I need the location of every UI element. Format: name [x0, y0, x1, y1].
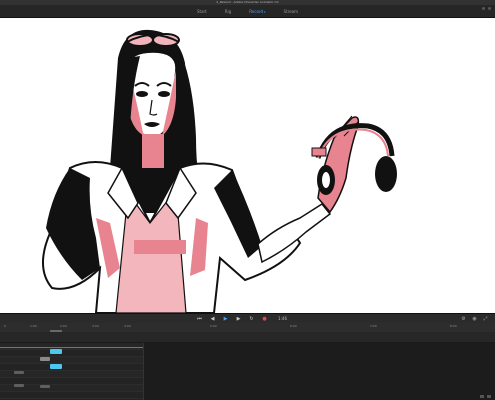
timeline-right-pane [143, 343, 495, 400]
loop-icon[interactable]: ↻ [248, 315, 255, 322]
take-clip[interactable] [40, 357, 50, 361]
take-clip[interactable] [14, 371, 24, 374]
transport-options: ⚙ ◉ ⤢ [460, 315, 489, 322]
ruler-label: 5:00 [210, 324, 217, 328]
fullscreen-icon[interactable]: ⤢ [482, 315, 489, 322]
ruler-label: 6:00 [290, 324, 297, 328]
ruler-label: 8:00 [450, 324, 457, 328]
frame-readout: 1:46 [278, 316, 287, 321]
character-artwork [42, 29, 397, 313]
step-back-icon[interactable]: ◀ [209, 315, 216, 322]
timeline-zoom-controls [480, 395, 491, 398]
arm [257, 203, 332, 264]
ruler-label: 2:00 [60, 324, 67, 328]
workspace-tabs: Start Rig Record▾ Stream [0, 5, 495, 18]
step-forward-icon[interactable]: ▶ [235, 315, 242, 322]
take-clip[interactable] [50, 364, 62, 369]
transport-bar: ⏮ ◀ ▶ ▶ ↻ ● 1:46 ⚙ ◉ ⤢ [0, 313, 495, 323]
take-clip[interactable] [50, 349, 62, 354]
zoom-in-icon[interactable] [487, 395, 491, 398]
settings-icon[interactable]: ⚙ [460, 315, 467, 322]
timeline-subruler [0, 332, 495, 343]
take-clip[interactable] [40, 385, 50, 388]
timeline-panel: 0 1:00 2:00 3:00 4:00 5:00 6:00 7:00 8:0… [0, 323, 495, 400]
tab-stream[interactable]: Stream [280, 8, 302, 15]
tab-start[interactable]: Start [193, 8, 211, 15]
ruler-label: 0 [4, 324, 6, 328]
record-icon[interactable]: ● [261, 315, 268, 322]
ruler-label: 3:00 [92, 324, 99, 328]
tab-record-label: Record [249, 8, 264, 14]
take-clip[interactable] [14, 384, 24, 387]
ruler-label: 7:00 [370, 324, 377, 328]
tab-rig[interactable]: Rig [221, 8, 235, 15]
scene-stage[interactable] [0, 18, 495, 313]
zoom-out-icon[interactable] [480, 395, 484, 398]
maximize-icon[interactable] [488, 7, 491, 10]
chevron-down-icon: ▾ [264, 9, 266, 14]
window-controls [482, 7, 491, 10]
camera-icon[interactable]: ◉ [471, 315, 478, 322]
ruler-label: 1:00 [30, 324, 37, 328]
skip-back-icon[interactable]: ⏮ [196, 315, 203, 322]
minimize-icon[interactable] [482, 7, 485, 10]
tab-record[interactable]: Record▾ [245, 8, 269, 15]
ruler-label: 4:00 [124, 324, 131, 328]
playback-controls: ⏮ ◀ ▶ ▶ ↻ ● 1:46 [196, 315, 287, 322]
play-icon[interactable]: ▶ [222, 315, 229, 322]
